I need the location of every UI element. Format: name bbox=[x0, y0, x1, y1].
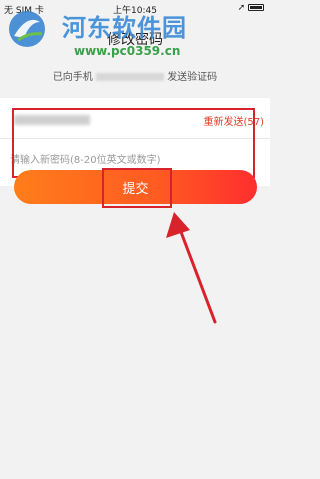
submit-button[interactable]: 提交 bbox=[14, 170, 257, 204]
sms-info-text: 已向手机 发送验证码 bbox=[0, 68, 270, 83]
divider bbox=[0, 138, 270, 139]
status-bar: 无 SIM 卡 上午10:45 ➚ bbox=[0, 0, 270, 18]
page-title: 修改密码 bbox=[107, 32, 163, 48]
location-icon: ➚ bbox=[237, 3, 246, 13]
new-password-input[interactable] bbox=[10, 150, 250, 170]
masked-phone-number bbox=[96, 73, 164, 81]
status-icons: ➚ bbox=[238, 3, 264, 13]
status-time: 上午10:45 bbox=[113, 6, 157, 16]
battery-icon bbox=[248, 4, 264, 11]
sms-info-suffix: 发送验证码 bbox=[167, 72, 218, 83]
verification-code-row: 重新发送(57) bbox=[0, 108, 270, 132]
verification-code-field[interactable] bbox=[14, 115, 90, 125]
sms-info-prefix: 已向手机 bbox=[52, 72, 93, 83]
resend-code-button[interactable]: 重新发送(57) bbox=[203, 113, 264, 128]
pointer-arrow-icon bbox=[166, 212, 217, 324]
